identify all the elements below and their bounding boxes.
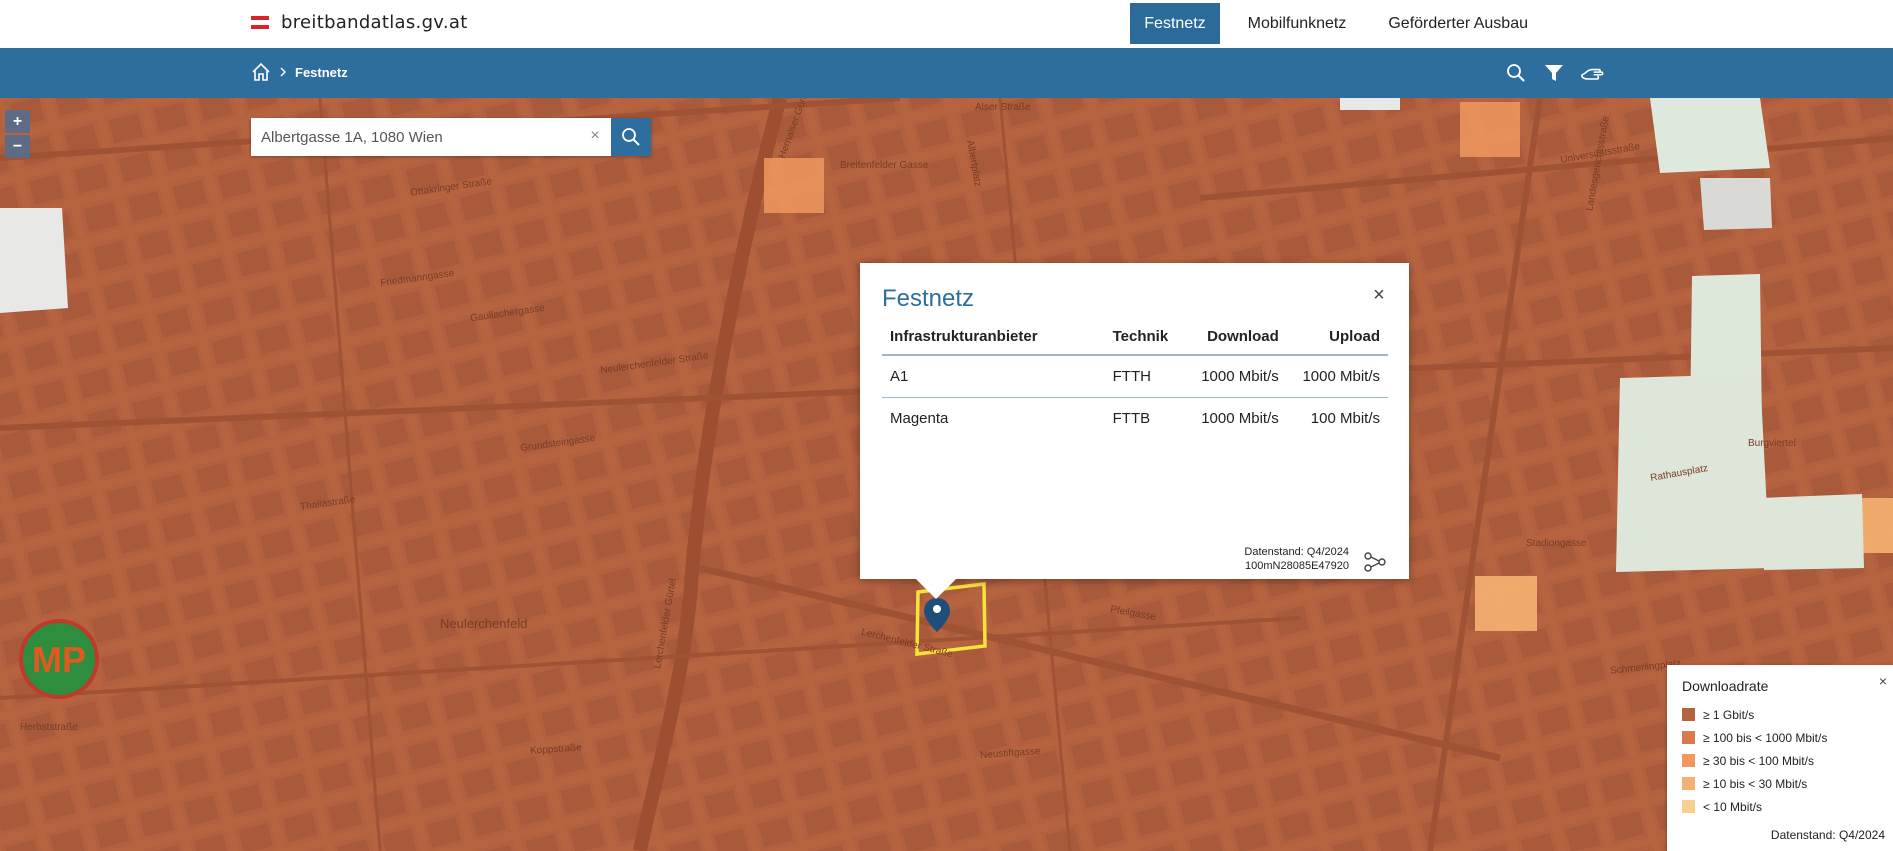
column-header: Download xyxy=(1185,319,1287,356)
clear-search-icon[interactable]: × xyxy=(585,127,605,147)
close-icon[interactable]: × xyxy=(1369,285,1389,305)
legend-items: ≥ 1 Gbit/s ≥ 100 bis < 1000 Mbit/s ≥ 30 … xyxy=(1682,703,1827,818)
austria-flag-icon xyxy=(251,16,269,29)
info-popup: Festnetz × Infrastrukturanbieter Technik… xyxy=(860,263,1409,599)
top-header: breitbandatlas.gv.at Festnetz Mobilfunkn… xyxy=(0,0,1893,48)
legend-swatch xyxy=(1682,731,1695,744)
cell-id-label: 100mN28085E47920 xyxy=(1245,560,1349,572)
table-row: Magenta FTTB 1000 Mbit/s 100 Mbit/s xyxy=(882,397,1388,439)
legend-label: ≥ 30 bis < 100 Mbit/s xyxy=(1703,753,1814,768)
map-tools xyxy=(1504,62,1604,84)
legend-datenstand: Datenstand: Q4/2024 xyxy=(1770,828,1885,842)
download-cell: 1000 Mbit/s xyxy=(1185,355,1287,398)
hand-icon[interactable] xyxy=(1580,62,1604,84)
breadcrumb-bar: Festnetz xyxy=(0,48,1893,98)
provider-cell: Magenta xyxy=(890,409,949,427)
zoom-out-button[interactable]: − xyxy=(5,135,30,158)
provider-table: Infrastrukturanbieter Technik Download U… xyxy=(882,319,1388,439)
search-button[interactable] xyxy=(611,118,651,156)
legend-label: ≥ 100 bis < 1000 Mbit/s xyxy=(1703,730,1828,745)
search-icon[interactable] xyxy=(1504,62,1528,84)
main-nav: Festnetz Mobilfunknetz Geförderter Ausba… xyxy=(1130,3,1893,44)
nav-mobilfunknetz[interactable]: Mobilfunknetz xyxy=(1234,3,1361,44)
table-header-row: Infrastrukturanbieter Technik Download U… xyxy=(882,319,1388,356)
breadcrumb: Festnetz xyxy=(251,62,348,82)
address-search-input[interactable] xyxy=(251,118,611,156)
legend-item: ≥ 30 bis < 100 Mbit/s xyxy=(1682,749,1827,772)
upload-cell: 100 Mbit/s xyxy=(1310,409,1380,427)
datenstand-label: Datenstand: Q4/2024 xyxy=(1244,546,1349,558)
popup-pointer xyxy=(916,579,956,599)
close-icon[interactable]: × xyxy=(1879,673,1887,689)
map-canvas[interactable]: Ottakringer Straße Hernalser Gürtel Alse… xyxy=(0,98,1893,851)
nav-festnetz[interactable]: Festnetz xyxy=(1130,3,1220,44)
table-row: A1 FTTH 1000 Mbit/s 1000 Mbit/s xyxy=(882,355,1388,398)
legend-label: < 10 Mbit/s xyxy=(1703,799,1763,814)
legend-item: ≥ 1 Gbit/s xyxy=(1682,703,1827,726)
legend-swatch xyxy=(1682,800,1695,813)
legend-title: Downloadrate xyxy=(1682,678,1769,694)
download-cell: 1000 Mbit/s xyxy=(1201,409,1279,427)
svg-text:MP: MP xyxy=(32,639,86,680)
upload-cell: 1000 Mbit/s xyxy=(1286,355,1388,398)
home-icon[interactable] xyxy=(251,62,271,82)
chevron-right-icon xyxy=(279,66,287,78)
site-name: breitbandatlas.gv.at xyxy=(281,12,468,33)
legend-swatch xyxy=(1682,708,1695,721)
nav-gefoerderter-ausbau[interactable]: Geförderter Ausbau xyxy=(1374,3,1542,44)
legend-panel: Downloadrate × ≥ 1 Gbit/s ≥ 100 bis < 10… xyxy=(1667,665,1893,851)
search-icon xyxy=(622,128,640,146)
site-logo[interactable]: breitbandatlas.gv.at xyxy=(251,12,468,33)
mp-watermark-logo: MP xyxy=(19,619,99,699)
legend-swatch xyxy=(1682,777,1695,790)
legend-item: ≥ 100 bis < 1000 Mbit/s xyxy=(1682,726,1827,749)
legend-label: ≥ 1 Gbit/s xyxy=(1703,707,1755,722)
legend-swatch xyxy=(1682,754,1695,767)
zoom-controls: + − xyxy=(5,110,30,158)
legend-item: < 10 Mbit/s xyxy=(1682,795,1827,818)
column-header: Upload xyxy=(1286,319,1388,356)
breadcrumb-current: Festnetz xyxy=(295,64,348,80)
column-header: Technik xyxy=(1104,319,1186,356)
tech-cell: FTTH xyxy=(1104,355,1186,398)
filter-icon[interactable] xyxy=(1542,62,1566,84)
legend-label: ≥ 10 bis < 30 Mbit/s xyxy=(1703,776,1808,791)
tech-cell: FTTB xyxy=(1112,409,1151,427)
popup-title: Festnetz xyxy=(882,285,975,312)
zoom-in-button[interactable]: + xyxy=(5,110,30,133)
popup-meta: Datenstand: Q4/2024 100mN28085E47920 xyxy=(1244,545,1349,573)
address-search: × xyxy=(251,118,651,156)
legend-item: ≥ 10 bis < 30 Mbit/s xyxy=(1682,772,1827,795)
column-header: Infrastrukturanbieter xyxy=(882,319,1105,356)
share-icon[interactable] xyxy=(1363,551,1387,573)
provider-cell: A1 xyxy=(882,355,1105,398)
